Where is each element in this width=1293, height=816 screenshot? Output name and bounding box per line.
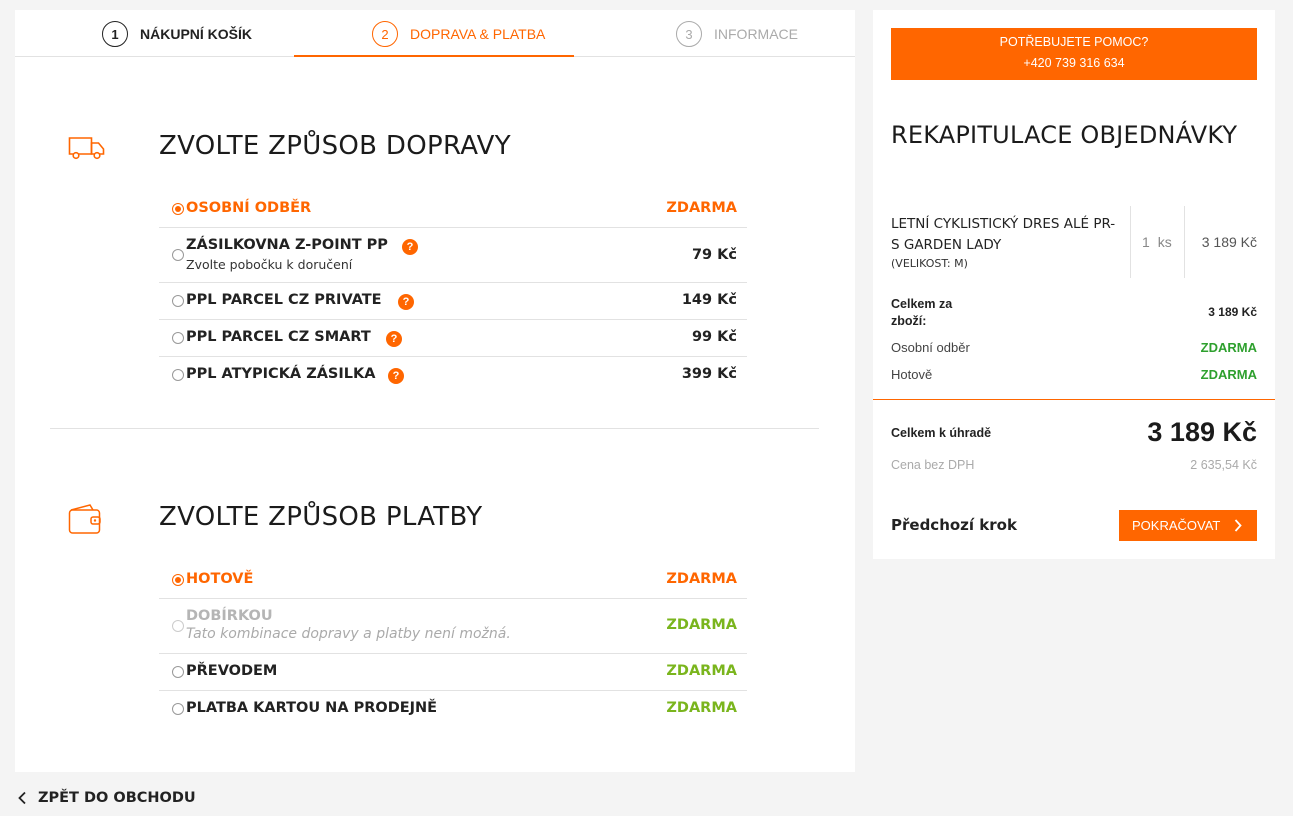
step-number: 3: [676, 21, 702, 47]
option-name: PŘEVODEM: [186, 663, 278, 679]
grand-total-value: 3 189 Kč: [1147, 417, 1257, 447]
help-heading: POTŘEBUJETE POMOC?: [999, 35, 1149, 49]
shipping-summary-value: ZDARMA: [1200, 340, 1257, 355]
checkout-main-panel: 1 NÁKUPNÍ KOŠÍK 2 DOPRAVA & PLATBA 3 INF…: [15, 10, 855, 772]
item-price: 3 189 Kč: [1201, 234, 1257, 250]
chevron-right-icon: [1234, 519, 1242, 532]
shipping-option-ppl-atypical[interactable]: PPL ATYPICKÁ ZÁSILKA ? 399 Kč: [159, 357, 747, 394]
price-without-vat-value: 2 635,54 Kč: [1190, 458, 1257, 472]
option-price: ZDARMA: [666, 571, 737, 587]
goods-total-label: Celkem za zboží:: [891, 297, 953, 328]
help-contact-box[interactable]: POTŘEBUJETE POMOC? +420 739 316 634: [891, 28, 1257, 80]
radio-button[interactable]: [172, 574, 184, 586]
item-separator: [1184, 206, 1185, 278]
payment-summary-value: ZDARMA: [1200, 367, 1257, 382]
radio-button[interactable]: [172, 369, 184, 381]
radio-button[interactable]: [172, 203, 184, 215]
option-price: 79 Kč: [691, 247, 737, 263]
continue-label: POKRAČOVAT: [1132, 518, 1221, 533]
item-quantity-unit: ks: [1157, 234, 1172, 250]
payment-summary-label: Hotově: [891, 367, 933, 382]
option-price: ZDARMA: [666, 200, 737, 216]
radio-button[interactable]: [172, 666, 184, 678]
recap-title: REKAPITULACE OBJEDNÁVKY: [891, 121, 1238, 149]
option-price: 399 Kč: [681, 366, 737, 382]
radio-button[interactable]: [172, 703, 184, 715]
back-to-shop-label: ZPĚT DO OBCHODU: [38, 790, 196, 806]
radio-button: [172, 620, 184, 632]
shipping-option-ppl-smart[interactable]: PPL PARCEL CZ SMART ? 99 Kč: [159, 320, 747, 357]
help-icon[interactable]: ?: [398, 294, 414, 310]
continue-button[interactable]: POKRAČOVAT: [1119, 510, 1257, 541]
shipping-options: OSOBNÍ ODBĚR ZDARMA ZÁSILKOVNA Z-POINT P…: [159, 191, 747, 394]
payment-option-cash[interactable]: HOTOVĚ ZDARMA: [159, 562, 747, 599]
section-divider: [50, 428, 819, 429]
help-icon[interactable]: ?: [386, 331, 402, 347]
option-name: DOBÍRKOU: [186, 608, 273, 624]
item-quantity: 1 ks: [1142, 234, 1172, 250]
payment-options: HOTOVĚ ZDARMA DOBÍRKOU Tato kombinace do…: [159, 562, 747, 728]
item-separator: [1130, 206, 1131, 278]
back-to-shop-link[interactable]: ZPĚT DO OBCHODU: [17, 790, 196, 806]
option-name: PPL PARCEL CZ PRIVATE: [186, 292, 382, 308]
cart-item: LETNÍ CYKLISTICKÝ DRES ALÉ PR-S GARDEN L…: [891, 206, 1257, 278]
step-number: 2: [372, 21, 398, 47]
payment-summary-row: Hotově ZDARMA: [891, 367, 1257, 385]
active-step-underline: [294, 55, 574, 57]
previous-step-link[interactable]: Předchozí krok: [891, 516, 1017, 534]
option-price: ZDARMA: [666, 663, 737, 679]
shipping-option-personal-pickup[interactable]: OSOBNÍ ODBĚR ZDARMA: [159, 191, 747, 228]
step-label: DOPRAVA & PLATBA: [410, 26, 546, 42]
shipping-option-zasilkovna[interactable]: ZÁSILKOVNA Z-POINT PP ? Zvolte pobočku k…: [159, 228, 747, 283]
step-label: NÁKUPNÍ KOŠÍK: [140, 26, 253, 42]
option-name: PLATBA KARTOU NA PRODEJNĚ: [186, 700, 438, 716]
order-summary-panel: POTŘEBUJETE POMOC? +420 739 316 634 REKA…: [873, 10, 1275, 559]
shipping-summary-label: Osobní odběr: [891, 340, 970, 355]
checkout-steps: 1 NÁKUPNÍ KOŠÍK 2 DOPRAVA & PLATBA 3 INF…: [15, 10, 855, 57]
truck-icon: [68, 137, 105, 160]
goods-total-row: Celkem za zboží: 3 189 Kč: [891, 296, 1257, 332]
help-phone[interactable]: +420 739 316 634: [891, 53, 1257, 74]
grand-total-label: Celkem k úhradě: [891, 426, 992, 440]
goods-total-value: 3 189 Kč: [1208, 305, 1257, 319]
item-name: LETNÍ CYKLISTICKÝ DRES ALÉ PR-S GARDEN L…: [891, 216, 1116, 253]
radio-button[interactable]: [172, 249, 184, 261]
step-information[interactable]: 3 INFORMACE: [676, 21, 798, 47]
item-variant: (VELIKOST: M): [891, 257, 968, 270]
option-price: ZDARMA: [666, 700, 737, 716]
option-price: 149 Kč: [681, 292, 737, 308]
shipping-option-ppl-private[interactable]: PPL PARCEL CZ PRIVATE ? 149 Kč: [159, 283, 747, 320]
option-price: 99 Kč: [691, 329, 737, 345]
option-name: PPL ATYPICKÁ ZÁSILKA: [186, 366, 376, 382]
wallet-icon: [68, 504, 101, 534]
help-icon[interactable]: ?: [402, 239, 418, 255]
shipping-section-title: ZVOLTE ZPŮSOB DOPRAVY: [159, 131, 511, 161]
radio-button[interactable]: [172, 332, 184, 344]
option-subtext: Zvolte pobočku k doručení: [186, 257, 353, 272]
option-name: ZÁSILKOVNA Z-POINT PP: [186, 237, 388, 253]
shipping-summary-row: Osobní odběr ZDARMA: [891, 340, 1257, 358]
option-name: OSOBNÍ ODBĚR: [186, 200, 312, 216]
option-price: ZDARMA: [666, 617, 737, 633]
step-cart[interactable]: 1 NÁKUPNÍ KOŠÍK: [102, 21, 252, 47]
help-icon[interactable]: ?: [388, 368, 404, 384]
chevron-left-icon: [18, 791, 26, 805]
step-shipping-payment[interactable]: 2 DOPRAVA & PLATBA: [372, 21, 545, 47]
price-without-vat-label: Cena bez DPH: [891, 458, 975, 472]
option-name: PPL PARCEL CZ SMART: [186, 329, 371, 345]
payment-section-title: ZVOLTE ZPŮSOB PLATBY: [159, 502, 483, 532]
summary-divider: [873, 399, 1275, 400]
payment-option-cod-disabled: DOBÍRKOU Tato kombinace dopravy a platby…: [159, 599, 747, 654]
payment-option-card-store[interactable]: PLATBA KARTOU NA PRODEJNĚ ZDARMA: [159, 691, 747, 728]
item-quantity-value: 1: [1142, 234, 1150, 250]
option-name: HOTOVĚ: [186, 571, 254, 587]
radio-button[interactable]: [172, 295, 184, 307]
step-number: 1: [102, 21, 128, 47]
option-subtext: Tato kombinace dopravy a platby není mož…: [186, 626, 511, 642]
step-label: INFORMACE: [714, 26, 798, 42]
payment-option-transfer[interactable]: PŘEVODEM ZDARMA: [159, 654, 747, 691]
